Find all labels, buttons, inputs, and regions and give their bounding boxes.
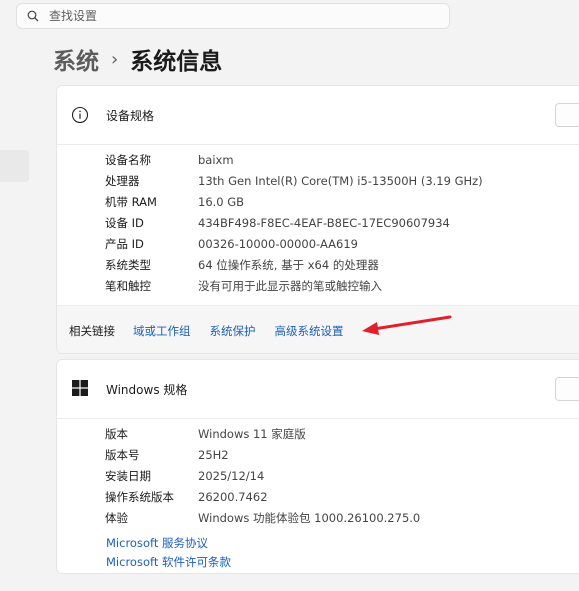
annotation-arrow-icon [362, 315, 452, 335]
spec-label: 系统类型 [105, 257, 151, 272]
spec-value: 25H2 [198, 448, 229, 463]
spec-row: 机带 RAM 16.0 GB [105, 192, 483, 213]
spec-label: 版本 [105, 427, 128, 442]
sidebar-selected-item[interactable] [0, 150, 29, 182]
windows-logo-icon [72, 380, 88, 396]
spec-row: 安装日期 2025/12/14 [105, 466, 420, 487]
spec-row: 处理器 13th Gen Intel(R) Core(TM) i5-13500H… [105, 171, 483, 192]
copy-button[interactable] [555, 377, 579, 401]
search-icon [27, 10, 39, 22]
spec-row: 系统类型 64 位操作系统, 基于 x64 的处理器 [105, 254, 483, 275]
page-title: 系统信息 [130, 49, 223, 75]
windows-specs-card: Windows 规格 版本 Windows 11 家庭版 版本号 25H2 安装… [56, 359, 579, 574]
device-specs-list: 设备名称 baixm 处理器 13th Gen Intel(R) Core(TM… [105, 150, 483, 296]
spec-label: 机带 RAM [105, 195, 157, 210]
info-icon [71, 106, 89, 124]
copy-button[interactable] [555, 103, 579, 127]
spec-label: 操作系统版本 [105, 490, 174, 505]
spec-value: 16.0 GB [198, 195, 245, 210]
spec-value: 434BF498-F8EC-4EAF-B8EC-17EC90607934 [198, 216, 450, 231]
spec-label: 笔和触控 [105, 278, 151, 293]
spec-value: 00326-10000-00000-AA619 [198, 237, 358, 251]
spec-value: 没有可用于此显示器的笔或触控输入 [198, 278, 382, 293]
spec-label: 处理器 [105, 174, 140, 189]
search-box[interactable] [16, 3, 450, 29]
spec-label: 版本号 [105, 448, 140, 463]
breadcrumb: 系统 › 系统信息 [53, 42, 222, 76]
spec-label: 安装日期 [105, 469, 151, 484]
device-specs-title: 设备规格 [106, 109, 155, 123]
spec-value: 2025/12/14 [198, 469, 265, 484]
spec-row: 版本 Windows 11 家庭版 [105, 424, 420, 445]
spec-row: 体验 Windows 功能体验包 1000.26100.275.0 [105, 508, 420, 529]
related-links-bar: 相关链接 域或工作组 系统保护 高级系统设置 [57, 305, 579, 353]
spec-value: 64 位操作系统, 基于 x64 的处理器 [198, 257, 379, 272]
spec-row: 笔和触控 没有可用于此显示器的笔或触控输入 [105, 275, 483, 296]
spec-row: 设备名称 baixm [105, 150, 483, 171]
spec-label: 体验 [105, 511, 128, 525]
related-links-label: 相关链接 [69, 324, 115, 338]
spec-value: Windows 功能体验包 1000.26100.275.0 [198, 511, 421, 525]
breadcrumb-chevron-icon: › [111, 48, 119, 70]
advanced-system-settings-link[interactable]: 高级系统设置 [275, 323, 344, 339]
windows-specs-title: Windows 规格 [106, 383, 188, 397]
microsoft-license-terms-link[interactable]: Microsoft 软件许可条款 [106, 552, 231, 571]
microsoft-services-agreement-link[interactable]: Microsoft 服务协议 [106, 533, 231, 552]
spec-row: 版本号 25H2 [105, 445, 420, 466]
windows-specs-header[interactable]: Windows 规格 [57, 360, 579, 419]
breadcrumb-parent[interactable]: 系统 [53, 42, 99, 76]
system-protection-link[interactable]: 系统保护 [210, 323, 256, 339]
domain-workgroup-link[interactable]: 域或工作组 [133, 323, 191, 339]
spec-label: 设备 ID [105, 216, 144, 231]
spec-row: 产品 ID 00326-10000-00000-AA619 [105, 234, 483, 255]
device-specs-card: 设备规格 设备名称 baixm 处理器 13th Gen Intel(R) Co… [56, 85, 579, 354]
spec-row: 操作系统版本 26200.7462 [105, 487, 420, 508]
spec-label: 设备名称 [105, 153, 151, 168]
spec-value: 13th Gen Intel(R) Core(TM) i5-13500H (3.… [198, 174, 483, 189]
spec-value: Windows 11 家庭版 [198, 427, 306, 442]
search-input[interactable] [49, 9, 429, 23]
device-specs-header[interactable]: 设备规格 [57, 86, 579, 145]
windows-specs-list: 版本 Windows 11 家庭版 版本号 25H2 安装日期 2025/12/… [105, 424, 420, 528]
windows-legal-links: Microsoft 服务协议 Microsoft 软件许可条款 [106, 533, 231, 571]
spec-value: 26200.7462 [198, 490, 268, 505]
spec-row: 设备 ID 434BF498-F8EC-4EAF-B8EC-17EC906079… [105, 213, 483, 234]
spec-label: 产品 ID [105, 237, 144, 251]
spec-value: baixm [198, 153, 234, 168]
